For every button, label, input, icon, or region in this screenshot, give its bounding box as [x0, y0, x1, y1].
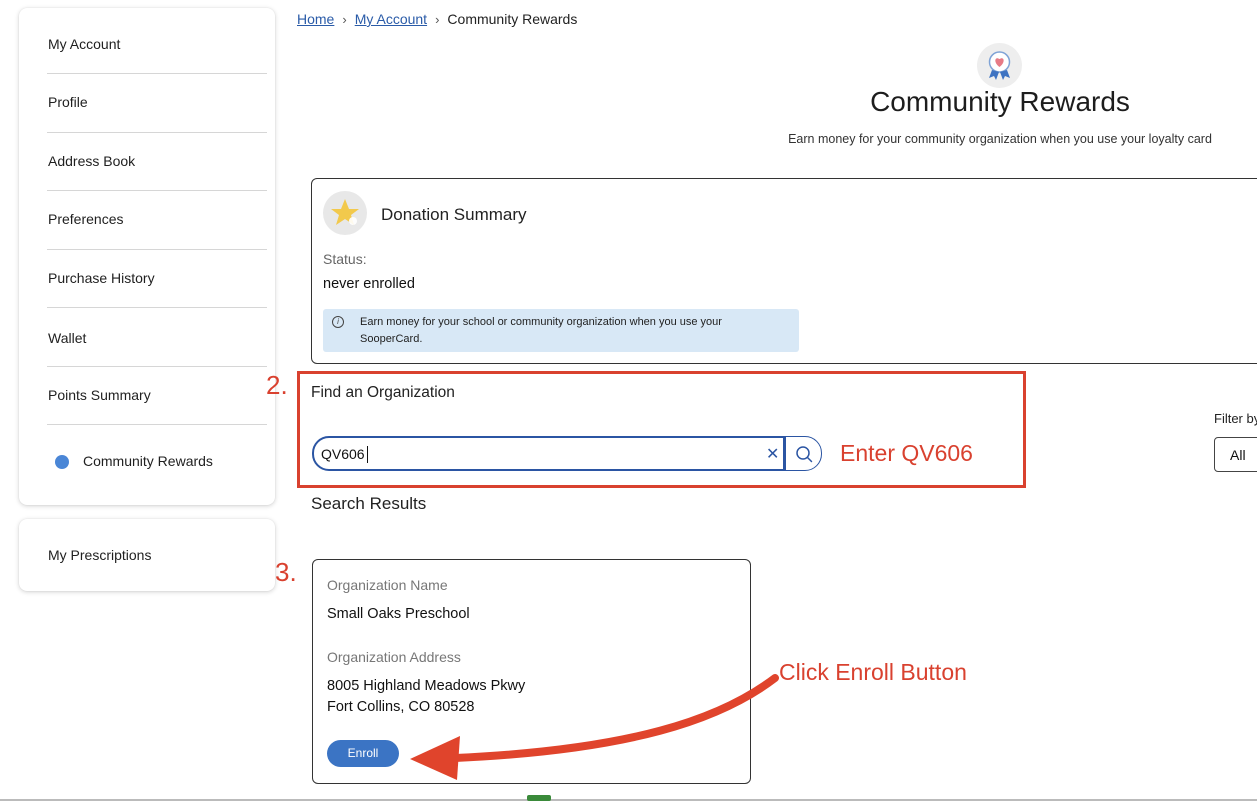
filter-select-value: All: [1230, 447, 1246, 463]
annotation-step-3: 3.: [275, 557, 297, 587]
info-banner: i Earn money for your school or communit…: [323, 309, 799, 352]
sidebar-item-label: My Account: [48, 36, 121, 52]
status-label: Status:: [323, 251, 367, 267]
organization-search-input[interactable]: QV606 ✕: [312, 436, 785, 471]
chevron-right-icon: ›: [435, 11, 440, 27]
annotation-arrow: [410, 674, 779, 780]
breadcrumb: Home › My Account › Community Rewards: [297, 11, 577, 27]
enroll-button[interactable]: Enroll: [327, 740, 399, 767]
sidebar-divider: [47, 307, 267, 308]
status-value: never enrolled: [323, 276, 415, 292]
breadcrumb-current: Community Rewards: [447, 11, 578, 27]
sidebar-item-label: Address Book: [48, 153, 136, 169]
sidebar-item-label: My Prescriptions: [48, 547, 152, 563]
sidebar-divider: [47, 249, 267, 250]
sidebar-item-label: Profile: [48, 94, 88, 110]
organization-address-label: Organization Address: [327, 649, 461, 665]
sidebar-divider: [47, 366, 267, 367]
text-cursor: [367, 446, 368, 463]
organization-name: Small Oaks Preschool: [327, 606, 470, 622]
filter-label: Filter by: [1214, 411, 1257, 426]
sidebar-divider: [47, 132, 267, 133]
sidebar-item-label: Purchase History: [48, 270, 155, 286]
breadcrumb-account-link[interactable]: My Account: [355, 11, 427, 27]
search-button[interactable]: [785, 436, 822, 471]
annotation-click-hint: Click Enroll Button: [779, 659, 967, 685]
organization-name-label: Organization Name: [327, 577, 448, 593]
clear-icon[interactable]: ✕: [766, 444, 779, 464]
sidebar-item-label: Points Summary: [48, 387, 151, 403]
annotation-enter-hint: Enter QV606: [840, 440, 973, 466]
sidebar-item-label: Community Rewards: [83, 453, 213, 469]
info-banner-text: Earn money for your school or community …: [360, 316, 722, 345]
search-results-heading: Search Results: [311, 494, 427, 513]
find-organization-label: Find an Organization: [311, 384, 455, 401]
page-subtitle: Earn money for your community organizati…: [788, 132, 1212, 146]
page-title: Community Rewards: [870, 86, 1130, 117]
star-icon: [323, 191, 367, 235]
sidebar-item-label: Preferences: [48, 211, 124, 227]
sidebar-divider: [47, 424, 267, 425]
filter-select[interactable]: All: [1214, 437, 1257, 472]
search-input-value: QV606: [321, 446, 365, 462]
award-ribbon-icon: [977, 43, 1022, 88]
donation-summary-card: Donation Summary Status: never enrolled …: [311, 178, 1257, 364]
chevron-right-icon: ›: [342, 11, 347, 27]
donation-summary-title: Donation Summary: [381, 205, 527, 224]
cut-off-thumbnail: [527, 795, 551, 801]
annotation-step-2: 2.: [266, 370, 288, 400]
prescriptions-card: My Prescriptions: [19, 519, 275, 591]
sidebar-divider: [47, 190, 267, 191]
account-sidebar: My Account Profile Address Book Preferen…: [19, 8, 275, 505]
sidebar-divider: [47, 73, 267, 74]
search-icon: [796, 446, 813, 463]
info-icon: i: [332, 316, 344, 328]
sidebar-item-label: Wallet: [48, 330, 87, 346]
active-indicator-dot: [55, 455, 69, 469]
breadcrumb-home-link[interactable]: Home: [297, 11, 334, 27]
